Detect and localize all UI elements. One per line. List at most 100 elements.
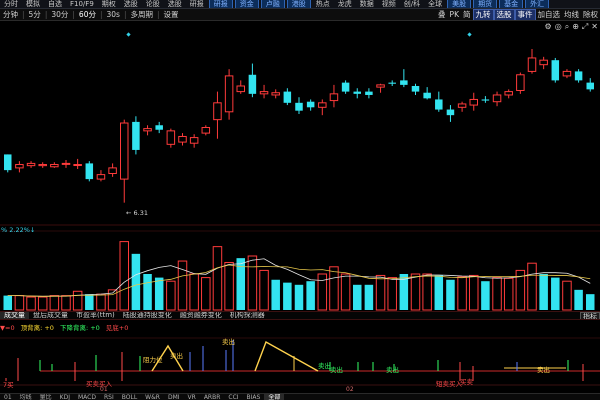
candle-body bbox=[306, 101, 315, 108]
chart-canvas[interactable]: 阻力位 卖出卖出卖出 卖出 卖出 卖出买卖买入 短卖买入买卖7买 bbox=[0, 0, 600, 400]
candle-body bbox=[341, 82, 350, 92]
candle-body bbox=[551, 60, 560, 81]
volume-bar bbox=[212, 246, 223, 311]
candle-body bbox=[155, 125, 163, 130]
candle-body bbox=[318, 102, 327, 108]
volume-bar bbox=[527, 262, 537, 311]
volume-indicator-tab[interactable]: 市盈率(ttm) bbox=[72, 312, 119, 319]
candle-body bbox=[120, 122, 129, 180]
volume-bar bbox=[37, 296, 48, 311]
event-marker-icon[interactable] bbox=[126, 32, 131, 37]
volume-bar bbox=[340, 273, 351, 311]
bottom-indicator-tab[interactable]: MACD bbox=[74, 394, 100, 400]
volume-bar bbox=[271, 279, 280, 310]
volume-bar bbox=[189, 273, 199, 311]
indicator-peak-line bbox=[254, 340, 319, 372]
candle-body bbox=[50, 164, 59, 168]
bottom-indicator-tab[interactable]: CCI bbox=[224, 394, 242, 400]
indicator-signal-label: 卖出 bbox=[537, 365, 550, 374]
candle-body bbox=[108, 167, 117, 174]
volume-bar bbox=[492, 277, 502, 311]
candle-body bbox=[492, 94, 502, 103]
candle-body bbox=[469, 98, 478, 106]
stock-chart-app: 分时 模拟 自选 F10/F9 期权 选股 论股 选股 研报 研报 资金 卢融 港股 热点 龙虎 数据 视频 创/… bbox=[0, 0, 600, 400]
candle-body bbox=[423, 92, 431, 99]
volume-bar bbox=[283, 282, 292, 310]
volume-bar bbox=[61, 295, 71, 311]
candle-body bbox=[271, 92, 280, 96]
volume-bar bbox=[247, 255, 258, 311]
candle-body bbox=[259, 91, 269, 95]
volume-indicator-tab[interactable]: 机构探测器 bbox=[226, 312, 269, 319]
volume-bar bbox=[224, 261, 234, 311]
volume-bar bbox=[85, 294, 94, 310]
volume-bar bbox=[539, 274, 548, 310]
candle-body bbox=[213, 102, 222, 121]
candle-body bbox=[516, 74, 525, 91]
candle-body bbox=[236, 85, 245, 93]
candle-body bbox=[283, 91, 292, 103]
indicator-signal-label: 卖出 bbox=[170, 351, 183, 360]
volume-bar bbox=[154, 277, 164, 310]
indicator-signal-label: 卖出 bbox=[330, 365, 343, 374]
candle-body bbox=[446, 109, 455, 116]
bottom-indicator-tab[interactable]: BIAS bbox=[243, 394, 265, 400]
bottom-indicator-tab[interactable]: DMI bbox=[164, 394, 184, 400]
candle-body bbox=[411, 85, 420, 92]
bottom-indicator-tab[interactable]: RSI bbox=[100, 394, 118, 400]
candle-body bbox=[248, 74, 257, 94]
volume-indicator-tab[interactable]: 陆股通持股变化 bbox=[119, 312, 176, 319]
candle-body bbox=[388, 82, 396, 84]
candle-body bbox=[85, 163, 94, 180]
candle-body bbox=[26, 162, 36, 167]
volume-bar bbox=[353, 284, 362, 310]
volume-bar bbox=[3, 295, 12, 310]
volume-bar bbox=[294, 284, 304, 310]
volume-bar bbox=[446, 279, 455, 310]
volume-bar bbox=[201, 277, 211, 311]
bottom-indicator-tab[interactable]: 01 bbox=[0, 394, 16, 400]
bottom-indicator-tab[interactable]: 全部 bbox=[264, 394, 285, 400]
volume-bar bbox=[72, 290, 83, 311]
candle-body bbox=[435, 99, 443, 110]
volume-bar bbox=[166, 280, 176, 311]
bottom-indicator-tab[interactable]: 均线 bbox=[16, 394, 36, 400]
candle-body bbox=[15, 164, 24, 169]
volume-indicator-tab[interactable]: 盘后成交量 bbox=[29, 312, 72, 319]
volume-bar bbox=[96, 293, 106, 311]
indicator-legend-item: ▼=0 bbox=[0, 324, 15, 332]
low-price-label: ← 6.31 bbox=[126, 209, 148, 217]
bottom-indicator-tab[interactable]: VR bbox=[184, 394, 200, 400]
volume-bar bbox=[434, 275, 444, 310]
candle-body bbox=[481, 99, 490, 101]
date-axis-label: 01 bbox=[100, 386, 108, 393]
bottom-indicator-tab[interactable]: 量比 bbox=[36, 394, 56, 400]
candle-body bbox=[4, 154, 12, 171]
volume-bar bbox=[551, 277, 560, 310]
bottom-indicator-tab[interactable]: BOLL bbox=[118, 394, 141, 400]
candle-body bbox=[224, 75, 234, 113]
candle-body bbox=[400, 80, 408, 85]
volume-indicator-tab[interactable]: 成交量 bbox=[0, 312, 29, 319]
candle-body bbox=[457, 103, 467, 108]
indicator-legend-item: 顶背离: +0 bbox=[20, 324, 54, 332]
candle-body bbox=[376, 84, 385, 88]
bottom-indicator-tab[interactable]: ARBR bbox=[200, 394, 225, 400]
indicator-legend-row: ▼=0 顶背离: +0 下降背离: +0 见底+0 bbox=[0, 322, 134, 332]
volume-bar bbox=[14, 295, 25, 311]
volume-bar bbox=[387, 277, 397, 311]
volume-bar bbox=[562, 280, 572, 311]
bottom-indicator-tab[interactable]: KDJ bbox=[56, 394, 74, 400]
volume-bar bbox=[457, 276, 467, 311]
volume-bar bbox=[49, 295, 60, 311]
indicator-select-button[interactable]: 指标 bbox=[580, 312, 600, 319]
date-axis-label: 02 bbox=[346, 386, 354, 393]
event-marker-icon[interactable] bbox=[467, 32, 472, 37]
candle-body bbox=[73, 164, 82, 167]
candle-body bbox=[574, 71, 583, 81]
bottom-indicator-bar: 01 均线 量比 KDJ MACD RSI BOLL W&R DMI VR ARBR CCI BIAS 全… bbox=[0, 393, 600, 400]
volume-indicator-tab[interactable]: 融资融券变化 bbox=[176, 312, 226, 319]
volume-bar bbox=[422, 273, 432, 311]
bottom-indicator-tab[interactable]: W&R bbox=[141, 394, 164, 400]
volume-bar bbox=[26, 296, 36, 311]
